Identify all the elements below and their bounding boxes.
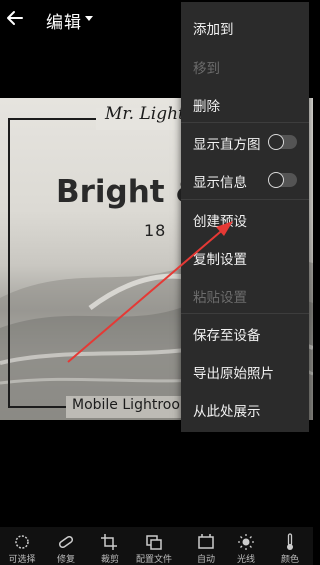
tool-label: 颜色 <box>280 555 299 565</box>
menu-item-label: 导出原始照片 <box>193 366 274 382</box>
menu-item-move-to: 移到 <box>181 47 309 85</box>
info-toggle[interactable] <box>268 172 297 188</box>
menu-item-show-info[interactable]: 显示信息 <box>181 161 309 199</box>
menu-item-label: 显示直方图 <box>193 137 261 153</box>
menu-item-label: 创建预设 <box>193 214 247 230</box>
menu-item-label: 添加到 <box>193 22 234 38</box>
sun-icon <box>238 534 254 550</box>
poster-footer: Mobile Lightroom <box>72 397 194 413</box>
overflow-menu: 添加到 移到 删除 显示直方图 显示信息 创建预设 复制设置 粘贴设置 保存至设… <box>181 2 309 432</box>
tool-label: 配置文件 <box>135 555 172 565</box>
tool-healing[interactable]: 修复 <box>44 527 88 565</box>
menu-item-present-from-here[interactable]: 从此处展示 <box>181 390 309 428</box>
auto-icon <box>198 534 214 549</box>
menu-item-add-to[interactable]: 添加到 <box>181 8 309 46</box>
back-arrow-icon[interactable] <box>4 7 26 29</box>
tool-crop[interactable]: 裁剪 <box>88 527 132 565</box>
tool-label: 光线 <box>236 555 255 565</box>
tool-selective[interactable]: 可选择 <box>0 527 44 565</box>
menu-item-label: 保存至设备 <box>193 328 261 344</box>
histogram-toggle[interactable] <box>268 134 297 150</box>
menu-item-label: 从此处展示 <box>193 404 261 420</box>
toggle-knob <box>268 172 284 188</box>
menu-item-export-original[interactable]: 导出原始照片 <box>181 352 309 390</box>
menu-item-delete[interactable]: 删除 <box>181 85 309 123</box>
menu-item-label: 删除 <box>193 99 220 115</box>
chevron-down-icon[interactable] <box>85 16 93 21</box>
edit-title[interactable]: 编辑 <box>46 8 82 33</box>
profiles-icon <box>146 535 162 550</box>
menu-item-create-preset[interactable]: 创建预设 <box>181 200 309 238</box>
tool-color[interactable]: 颜色 <box>268 527 312 565</box>
menu-item-label: 移到 <box>193 61 220 77</box>
menu-item-label: 显示信息 <box>193 175 247 191</box>
tool-label: 修复 <box>56 555 75 565</box>
bottom-toolbar: 可选择 修复 裁剪 配置文件 自动 光线 颜色 <box>0 527 313 565</box>
tool-label: 可选择 <box>8 555 36 565</box>
poster-number: 18 <box>144 221 167 240</box>
menu-item-show-histogram[interactable]: 显示直方图 <box>181 123 309 161</box>
tool-profiles[interactable]: 配置文件 <box>132 527 176 565</box>
toggle-knob <box>268 134 284 150</box>
menu-item-copy-settings[interactable]: 复制设置 <box>181 238 309 276</box>
tool-light[interactable]: 光线 <box>224 527 268 565</box>
thermometer-icon <box>287 533 293 550</box>
menu-item-label: 粘贴设置 <box>193 290 247 306</box>
menu-item-paste-settings: 粘贴设置 <box>181 276 309 314</box>
tool-auto[interactable]: 自动 <box>184 527 228 565</box>
bandage-icon <box>58 535 74 549</box>
tool-label: 自动 <box>196 555 215 565</box>
selective-icon <box>15 535 29 549</box>
menu-item-label: 复制设置 <box>193 252 247 268</box>
menu-item-save-to-device[interactable]: 保存至设备 <box>181 314 309 352</box>
crop-icon <box>101 534 117 550</box>
tool-label: 裁剪 <box>100 555 119 565</box>
